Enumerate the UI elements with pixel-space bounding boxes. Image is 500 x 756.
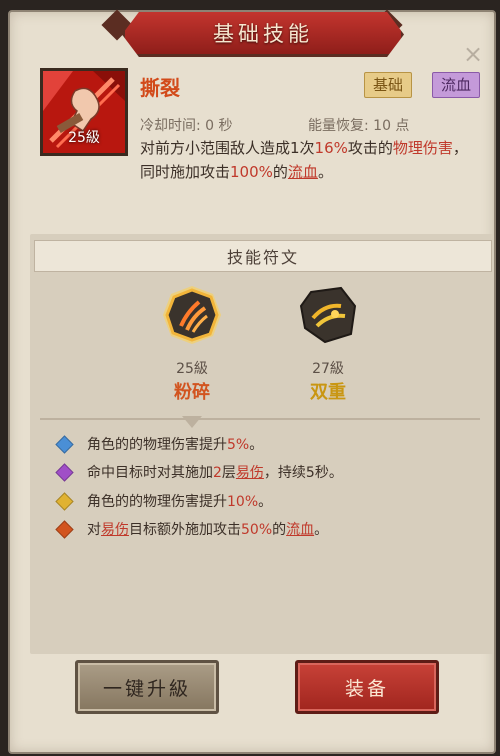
rune-shatter[interactable]: 25級 粉碎 (147, 284, 237, 404)
tag-bleed: 流血 (432, 72, 481, 98)
effect-text-part: ，持续5秒。 (263, 465, 343, 481)
divider-arrow-icon (182, 416, 202, 428)
rune-effect: 角色的的物理伤害提升10%。 (55, 491, 272, 511)
equip-button[interactable]: 装备 (295, 660, 439, 714)
effect-text-part: 。 (314, 522, 329, 538)
energy-stat: 能量恢复: 10 点 (308, 118, 410, 134)
rune-name: 双重 (310, 382, 346, 403)
desc-term: 物理伤害 (392, 139, 453, 157)
orange-diamond-icon (55, 519, 74, 539)
effect-text-part: 角色的的物理伤害提升 (87, 437, 227, 453)
effect-keyword-link[interactable]: 易伤 (236, 465, 264, 481)
skill-dialog: 基础技能 × 25級 撕裂 基础 流血 冷却时间: 0 秒 能量恢复: 10 点… (8, 9, 496, 754)
effect-value: 10% (227, 494, 259, 510)
title-banner: 基础技能 (122, 12, 404, 57)
effect-text-part: 对 (87, 522, 101, 538)
double-rune-icon (299, 286, 357, 344)
rune-level: 27級 (312, 361, 344, 377)
effect-value: 5% (227, 437, 250, 453)
rune-effect: 命中目标时对其施加2层易伤，持续5秒。 (55, 462, 343, 482)
effect-text-part: 层 (221, 465, 236, 481)
effect-text-part: 。 (258, 494, 273, 510)
effect-value: 50% (241, 522, 273, 538)
effect-text-part: 。 (249, 437, 264, 453)
effect-text: 角色的的物理伤害提升10%。 (87, 491, 272, 511)
skill-description: 对前方小范围敌人造成1次16%攻击的物理伤害，同时施加攻击100%的流血。 (140, 136, 470, 184)
skill-name: 撕裂 (140, 76, 180, 100)
rune-effect: 对易伤目标额外施加攻击50%的流血。 (55, 519, 328, 539)
effect-keyword-link[interactable]: 易伤 (101, 522, 129, 538)
desc-text: 的 (272, 163, 288, 181)
cooldown-stat: 冷却时间: 0 秒 (140, 118, 233, 134)
divider (40, 418, 480, 420)
desc-text: 对前方小范围敌人造成1次 (140, 139, 315, 157)
skill-level: 25級 (68, 130, 100, 146)
desc-text: 。 (317, 163, 333, 181)
effect-keyword-link[interactable]: 流血 (286, 522, 314, 538)
gold-diamond-icon (55, 491, 74, 511)
desc-value: 16% (314, 139, 348, 157)
effect-value: 2 (213, 465, 222, 481)
tag-basic: 基础 (364, 72, 413, 98)
rune-double[interactable]: 27級 双重 (283, 284, 373, 404)
skill-icon[interactable]: 25級 (40, 68, 128, 156)
rune-name: 粉碎 (174, 382, 210, 403)
desc-value: 100% (230, 163, 273, 181)
effect-text-part: 角色的的物理伤害提升 (87, 494, 227, 510)
desc-text: 攻击的 (347, 139, 393, 157)
effect-text-part: 命中目标时对其施加 (87, 465, 213, 481)
dialog-title: 基础技能 (213, 22, 313, 46)
close-button[interactable]: × (462, 40, 484, 68)
effect-text: 角色的的物理伤害提升5%。 (87, 434, 263, 454)
purple-diamond-icon (55, 462, 74, 482)
one-click-upgrade-button[interactable]: 一键升級 (75, 660, 219, 714)
bleed-link[interactable]: 流血 (288, 163, 318, 181)
effect-text-part: 的 (272, 522, 287, 538)
rune-header: 技能符文 (34, 240, 492, 272)
effect-text-part: 目标额外施加攻击 (129, 522, 241, 538)
blue-diamond-icon (55, 434, 74, 454)
rune-level: 25級 (176, 361, 208, 377)
effect-text: 对易伤目标额外施加攻击50%的流血。 (87, 519, 328, 539)
effect-text: 命中目标时对其施加2层易伤，持续5秒。 (87, 462, 343, 482)
claw-rune-icon (163, 286, 221, 344)
rune-effect: 角色的的物理伤害提升5%。 (55, 434, 263, 454)
close-icon: × (462, 40, 484, 68)
